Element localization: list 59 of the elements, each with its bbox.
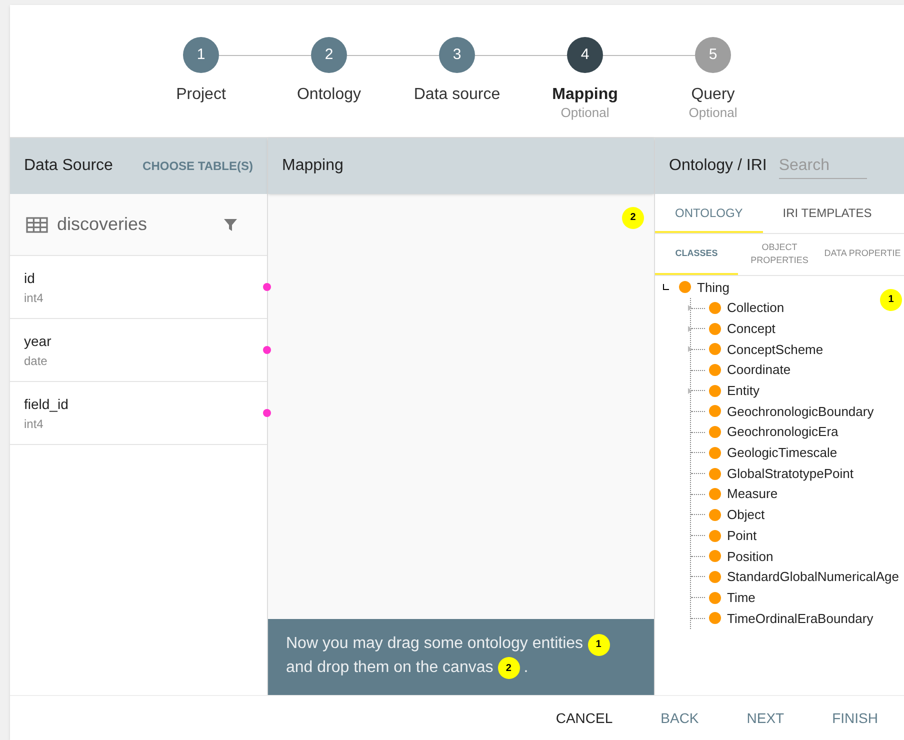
footer-button[interactable]: BACK <box>640 708 719 728</box>
tree-item[interactable]: Time <box>727 588 756 608</box>
column-name: field_id <box>24 394 70 414</box>
tree-item[interactable]: Concept <box>727 318 776 338</box>
tab[interactable]: IRI TEMPLATES <box>762 194 892 233</box>
collapse-icon[interactable] <box>663 284 669 290</box>
tree-item[interactable]: Coordinate <box>727 360 791 380</box>
expand-icon[interactable] <box>688 388 692 394</box>
tree-item[interactable]: ConceptScheme <box>727 340 824 360</box>
step-label: Data source <box>414 85 500 105</box>
tree-item[interactable]: StandardGlobalNumericalAge <box>727 567 899 587</box>
footer-button[interactable]: NEXT <box>726 708 804 728</box>
tree-item[interactable]: Collection <box>727 298 784 318</box>
step-sublabel: Optional <box>560 105 610 121</box>
step-label: Project <box>176 85 226 105</box>
step-label: Mapping <box>552 85 618 105</box>
panel-title: Ontology / IRI <box>669 156 767 176</box>
tree-item[interactable]: GlobalStratotypePoint <box>727 464 854 484</box>
step-label: Query <box>691 85 735 105</box>
number-badge: 1 <box>880 288 902 310</box>
expand-icon[interactable] <box>688 346 692 352</box>
footer-button[interactable]: FINISH <box>812 708 898 728</box>
tree-item[interactable]: Measure <box>727 484 778 504</box>
filter-icon[interactable] <box>224 218 237 230</box>
tree-item[interactable]: Position <box>727 546 774 566</box>
subtab[interactable]: DATA PROPERTIE <box>821 234 904 275</box>
number-badge: 2 <box>622 206 644 228</box>
step-label: Ontology <box>296 85 362 105</box>
hint-text: . <box>524 658 528 676</box>
number-badge: 2 <box>498 657 520 679</box>
tree-item[interactable]: Thing <box>697 278 730 298</box>
panel-title: Mapping <box>282 156 344 176</box>
hint-text: Now you may drag some ontology entities <box>286 634 584 652</box>
number-badge: 1 <box>588 634 610 656</box>
table-name: discoveries <box>57 213 148 236</box>
tree-item[interactable]: TimeOrdinalEraBoundary <box>727 608 874 628</box>
subtab[interactable]: OBJECT PROPERTIES <box>738 234 821 275</box>
tab[interactable]: ONTOLOGY <box>655 194 763 233</box>
column-name: year <box>24 332 52 351</box>
tree-item[interactable]: Point <box>727 526 757 546</box>
step-sublabel: Optional <box>688 105 738 121</box>
table-icon <box>26 216 48 232</box>
mapping-canvas[interactable]: 2 <box>268 194 654 619</box>
column-type: int4 <box>24 416 44 432</box>
search-field[interactable]: Search <box>778 154 867 178</box>
column-type: int4 <box>24 290 44 306</box>
footer-button[interactable]: CANCEL <box>536 708 633 728</box>
column-name: id <box>24 268 36 288</box>
tree-item[interactable]: GeologicTimescale <box>727 443 838 463</box>
column-type: date <box>24 352 48 370</box>
panel-title: Data Source <box>24 156 113 176</box>
tree-item[interactable]: Entity <box>727 381 760 401</box>
expand-icon[interactable] <box>688 305 692 312</box>
hint-text: and drop them on the canvas <box>286 658 494 676</box>
subtab[interactable]: CLASSES <box>655 234 738 275</box>
expand-icon[interactable] <box>688 326 692 332</box>
tree-item[interactable]: Object <box>727 505 765 525</box>
tree-item[interactable]: GeochronologicEra <box>727 422 838 442</box>
tree-item[interactable]: GeochronologicBoundary <box>727 402 874 422</box>
